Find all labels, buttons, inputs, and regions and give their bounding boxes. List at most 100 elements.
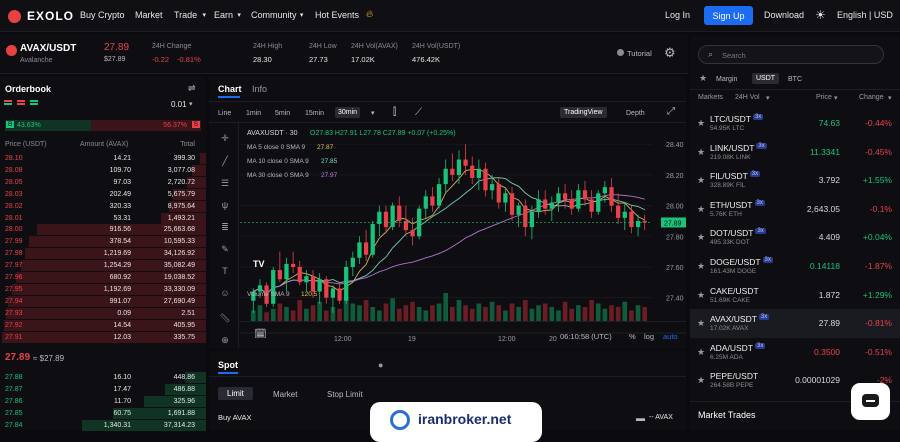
market-tab-margin[interactable]: Margin — [716, 76, 737, 83]
trend-line-icon[interactable]: ╱ — [220, 156, 230, 166]
ask-row[interactable]: 27.96 680.92 19,038.52 — [0, 272, 206, 283]
ask-row[interactable]: 27.98 1,219.69 34,126.92 — [0, 248, 206, 260]
tutorial-link[interactable]: Tutorial — [627, 49, 652, 58]
tab-info[interactable]: Info — [252, 84, 267, 94]
market-pair-row[interactable]: ★ LINK/USDT 3x 219.08K LINK 11.3341 -0.45% — [690, 138, 900, 167]
ask-row[interactable]: 27.93 0.09 2.51 — [0, 307, 206, 319]
favorite-star-icon[interactable]: ★ — [697, 175, 705, 186]
crosshair-icon[interactable]: ✛ — [220, 133, 230, 143]
ask-row[interactable]: 27.95 1,192.69 33,330.09 — [0, 283, 206, 295]
market-search[interactable]: ⌕ Search — [698, 45, 884, 64]
indicators-icon[interactable]: ⟋ — [415, 107, 422, 118]
signup-button[interactable]: Sign Up — [704, 6, 753, 25]
theme-toggle-icon[interactable]: ☀ — [815, 8, 826, 22]
market-pair-row[interactable]: ★ DOT/USDT 3x 495.33K DOT 4.409 +0.04% — [690, 223, 900, 252]
ask-row[interactable]: 28.05 97.03 2,720.72 — [0, 176, 206, 188]
price-chart[interactable]: 28.40 28.20 28.00 27.80 27.60 27.40 27.89 12:00… — [240, 123, 686, 348]
nav-hot-events[interactable]: Hot Events — [315, 10, 359, 20]
tab-chart[interactable]: Chart — [218, 84, 242, 94]
download-link[interactable]: Download — [764, 10, 804, 20]
sort-change-icon[interactable]: ▾ — [888, 94, 892, 102]
market-pair-row[interactable]: ★ ADA/USDT 3x 6.25M ADA 0.3500 -0.51% — [690, 338, 900, 367]
bid-row[interactable]: 27.86 11.70 325.96 — [0, 395, 206, 407]
favorite-star-icon[interactable]: ★ — [697, 147, 705, 158]
interval-5min[interactable]: 5min — [275, 110, 290, 117]
scale-auto[interactable]: auto — [663, 332, 678, 341]
ask-row[interactable]: 28.00 916.56 25,663.68 — [0, 224, 206, 236]
market-tab-btc[interactable]: BTC — [788, 76, 802, 83]
ask-row[interactable]: 27.91 12.03 335.75 — [0, 331, 206, 343]
favorite-star-icon[interactable]: ★ — [697, 232, 705, 243]
locale-selector[interactable]: English | USD — [837, 10, 893, 20]
text-tool-icon[interactable]: T — [220, 266, 230, 276]
pitchfork-icon[interactable]: ψ — [220, 200, 230, 210]
sort-vol-icon[interactable]: ▾ — [766, 94, 770, 102]
ask-row[interactable]: 28.03 202.49 5,675.79 — [0, 188, 206, 200]
favorite-star-icon[interactable]: ★ — [697, 375, 705, 386]
emoji-icon[interactable]: ☺ — [220, 288, 230, 298]
market-pair-row[interactable]: ★ ETH/USDT 3x 5.76K ETH 2,643.05 -0.1% — [690, 195, 900, 224]
view-depth[interactable]: Depth — [626, 110, 645, 117]
ask-row[interactable]: 27.97 1,254.29 35,082.49 — [0, 260, 206, 272]
favorite-star-icon[interactable]: ★ — [697, 261, 705, 272]
market-tab-usdt[interactable]: USDT — [752, 73, 780, 84]
ask-row[interactable]: 28.08 109.70 3,077.08 — [0, 164, 206, 176]
col-24h-vol[interactable]: 24H Vol — [735, 94, 760, 101]
spot-info-icon[interactable]: ● — [378, 360, 383, 370]
interval-15min[interactable]: 15min — [305, 110, 324, 117]
bid-row[interactable]: 27.87 17.47 486.88 — [0, 383, 206, 395]
precision-select[interactable]: 0.01 — [171, 100, 187, 109]
login-link[interactable]: Log In — [665, 10, 690, 20]
interval-line[interactable]: Line — [218, 110, 231, 117]
nav-community[interactable]: Community — [251, 10, 297, 20]
favorite-star-icon[interactable]: ★ — [697, 347, 705, 358]
brand-logo[interactable]: EXOLO — [8, 9, 74, 23]
precision-chevron-icon[interactable]: ▾ — [189, 100, 193, 108]
col-markets[interactable]: Markets — [698, 94, 723, 101]
market-pair-row[interactable]: ★ DOGE/USDT 3x 161.43M DOGE 0.14118 -1.87% — [690, 252, 900, 281]
interval-1min[interactable]: 1min — [246, 110, 261, 117]
date-range-icon[interactable]: 🗓︎ — [254, 329, 267, 340]
nav-chevron-down-icon[interactable]: ▾ — [237, 11, 241, 19]
market-pair-row[interactable]: ★ FIL/USDT 3x 328.89K FIL 3.792 +1.55% — [690, 166, 900, 195]
fib-retracement-icon[interactable]: ≣ — [220, 222, 230, 232]
scale-log[interactable]: log — [644, 332, 654, 341]
scale-percent[interactable]: % — [629, 332, 636, 341]
nav-buy-crypto[interactable]: Buy Crypto — [80, 10, 125, 20]
col-price[interactable]: Price — [816, 94, 832, 101]
order-type-stop-limit[interactable]: Stop Limit — [327, 390, 363, 399]
nav-trade[interactable]: Trade — [174, 10, 197, 20]
order-type-limit[interactable]: Limit — [218, 387, 253, 400]
orderbook-view-toggle[interactable] — [4, 100, 64, 108]
horizontal-lines-icon[interactable]: ☰ — [220, 178, 230, 188]
settings-gear-icon[interactable]: ⚙ — [664, 45, 676, 61]
candle-type-icon[interactable]: ⫿ — [393, 107, 396, 118]
nav-chevron-down-icon[interactable]: ▾ — [300, 11, 304, 19]
ruler-icon[interactable]: 📏︎ — [219, 313, 230, 323]
bid-row[interactable]: 27.85 60.75 1,691.88 — [0, 407, 206, 419]
ask-row[interactable]: 27.92 14.54 405.95 — [0, 319, 206, 331]
support-chat-button[interactable] — [851, 383, 890, 420]
favorite-star-icon[interactable]: ★ — [697, 118, 705, 129]
zoom-in-icon[interactable]: ⊕ — [220, 335, 230, 345]
search-input[interactable]: Search — [722, 51, 746, 60]
ask-row[interactable]: 28.10 14.21 399.30 — [0, 153, 206, 164]
brush-icon[interactable]: ✎ — [220, 244, 230, 254]
nav-earn[interactable]: Earn — [214, 10, 233, 20]
ask-row[interactable]: 27.99 378.54 10,595.33 — [0, 236, 206, 248]
bid-row[interactable]: 27.88 16.10 448.86 — [0, 372, 206, 383]
interval-30min[interactable]: 30min — [335, 107, 361, 118]
nav-chevron-down-icon[interactable]: ▾ — [203, 11, 207, 19]
favorites-star-icon[interactable]: ★ — [699, 73, 707, 84]
view-tradingview[interactable]: TradingView — [560, 107, 607, 118]
ask-row[interactable]: 28.01 53.31 1,493.21 — [0, 212, 206, 224]
market-pair-row[interactable]: ★ AVAX/USDT 3x 17.02K AVAX 27.89 -0.81% — [690, 309, 900, 338]
order-type-market[interactable]: Market — [273, 390, 297, 399]
favorite-star-icon[interactable]: ★ — [697, 204, 705, 215]
orderbook-settings-icon[interactable]: ⇌ — [188, 83, 196, 94]
market-pair-row[interactable]: ★ CAKE/USDT 51.69K CAKE 1.872 +1.29% — [690, 281, 900, 310]
favorite-star-icon[interactable]: ★ — [697, 318, 705, 329]
pair-title[interactable]: AVAX/USDT — [20, 43, 76, 54]
fullscreen-icon[interactable]: ⤢ — [667, 106, 675, 117]
ask-row[interactable]: 28.02 320.33 8,975.64 — [0, 200, 206, 212]
